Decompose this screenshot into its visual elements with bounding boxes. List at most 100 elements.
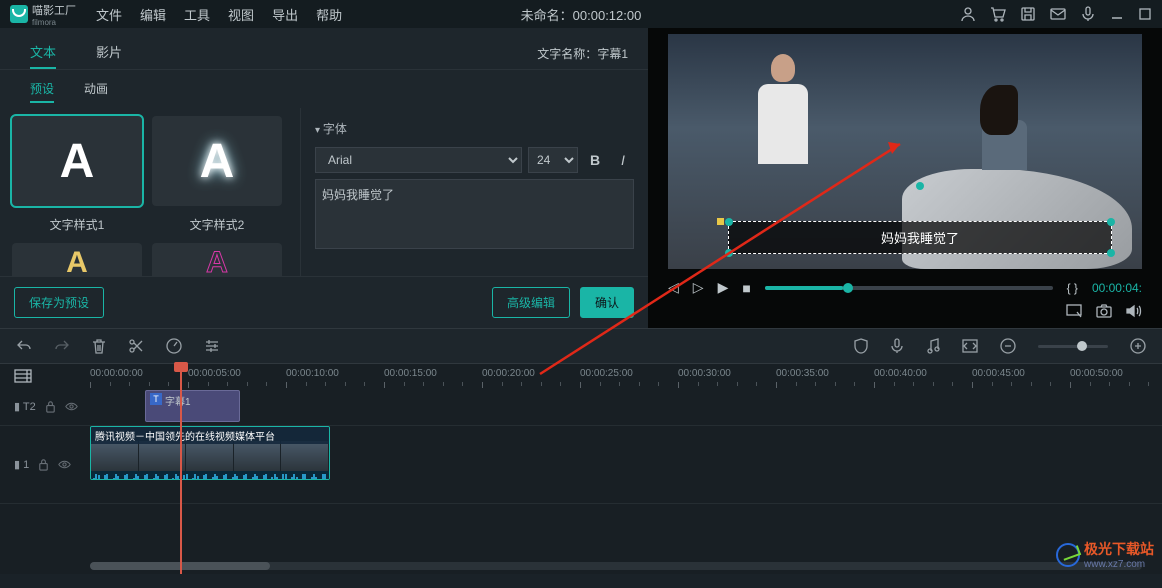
text-style-grid: A A 文字样式1 文字样式2 A A (0, 108, 300, 276)
playhead[interactable] (180, 364, 182, 574)
tab-text[interactable]: 文本 (30, 36, 56, 69)
mic-icon[interactable] (1080, 6, 1096, 22)
menu-file[interactable]: 文件 (96, 5, 122, 24)
track-label-title: ▮ T2 (14, 400, 36, 413)
rotate-handle[interactable] (717, 218, 724, 225)
stop-icon[interactable]: ■ (742, 280, 750, 296)
play-icon[interactable]: ▶ (718, 279, 729, 296)
cart-icon[interactable] (990, 6, 1006, 22)
advanced-edit-button[interactable]: 高级编辑 (492, 287, 570, 318)
style-preview-yellow: A (66, 246, 88, 276)
font-family-select[interactable]: Arial (315, 147, 522, 173)
audio-waveform (91, 471, 329, 480)
resize-handle-bl[interactable] (725, 249, 733, 257)
text-style-4[interactable]: A (152, 243, 282, 276)
next-frame-icon[interactable]: ▷ (693, 279, 704, 296)
menu-edit[interactable]: 编辑 (140, 5, 166, 24)
video-track: ▮ 1 腾讯视频－中国领先的在线视频媒体平台 (0, 426, 1162, 504)
shield-icon[interactable] (854, 338, 868, 354)
timeline-scrollbar[interactable] (90, 562, 1142, 570)
prev-frame-icon[interactable]: ◁ (668, 279, 679, 296)
tab-preset[interactable]: 预设 (30, 76, 54, 103)
text-style-3[interactable]: A (12, 243, 142, 276)
text-style-1[interactable]: A (12, 116, 142, 206)
style-preview-pink: A (206, 246, 228, 276)
font-section-label[interactable]: 字体 (315, 116, 634, 141)
lock-icon[interactable] (37, 458, 50, 471)
delete-icon[interactable] (92, 338, 106, 354)
resize-handle-tr[interactable] (1107, 218, 1115, 226)
speed-icon[interactable] (166, 338, 182, 354)
menu-export[interactable]: 导出 (272, 5, 298, 24)
italic-button[interactable]: I (612, 149, 634, 171)
settings-icon[interactable] (204, 338, 220, 354)
subtitle-overlay[interactable]: 妈妈我睡觉了 (728, 221, 1112, 254)
confirm-button[interactable]: 确认 (580, 287, 634, 318)
text-name-label: 文字名称： (537, 47, 597, 61)
lock-icon[interactable] (44, 400, 57, 413)
save-preset-button[interactable]: 保存为预设 (14, 287, 104, 318)
style-preview-a-glow: A (200, 134, 235, 189)
track-manager-icon[interactable] (14, 369, 32, 383)
video-clip[interactable]: 腾讯视频－中国领先的在线视频媒体平台 (90, 426, 330, 480)
zoom-out-icon[interactable] (1000, 338, 1016, 354)
text-properties: 字体 Arial 24 B I (300, 108, 648, 276)
maximize-icon[interactable] (1138, 7, 1152, 21)
title-bar: 喵影工厂 filmora 文件 编辑 工具 视图 导出 帮助 未命名：00:00… (0, 0, 1162, 28)
style-preview-a: A (60, 134, 95, 189)
preview-viewport[interactable]: 妈妈我睡觉了 (668, 34, 1142, 269)
menu-tool[interactable]: 工具 (184, 5, 210, 24)
app-logo: 喵影工厂 filmora (10, 2, 76, 27)
tab-clip[interactable]: 影片 (96, 36, 122, 69)
user-icon[interactable] (960, 6, 976, 22)
zoom-in-icon[interactable] (1130, 338, 1146, 354)
fit-icon[interactable] (962, 339, 978, 353)
watermark-icon (1056, 543, 1080, 567)
resize-handle-tl[interactable] (725, 218, 733, 226)
watermark: 极光下载站 www.xz7.com (1056, 539, 1154, 570)
subtitle-text: 妈妈我睡觉了 (881, 231, 959, 246)
undo-icon[interactable] (16, 338, 32, 354)
eye-icon[interactable] (58, 458, 71, 471)
tab-animation[interactable]: 动画 (84, 76, 108, 103)
eye-icon[interactable] (65, 400, 78, 413)
timeline-ruler[interactable]: 00:00:00:0000:00:05:0000:00:10:0000:00:1… (90, 364, 1162, 388)
project-title-time: 未命名：00:00:12:00 (521, 5, 642, 24)
preview-progress[interactable] (765, 286, 1053, 290)
bold-button[interactable]: B (584, 149, 606, 171)
title-clip[interactable]: T 字幕1 (145, 390, 240, 422)
mail-icon[interactable] (1050, 6, 1066, 22)
minimize-icon[interactable] (1110, 7, 1124, 21)
marker-brackets[interactable]: { } (1067, 281, 1078, 295)
menu-view[interactable]: 视图 (228, 5, 254, 24)
resize-handle-br[interactable] (1107, 249, 1115, 257)
track-label-video: ▮ 1 (14, 458, 29, 471)
font-size-select[interactable]: 24 (528, 147, 578, 173)
timeline: 00:00:00:0000:00:05:0000:00:10:0000:00:1… (0, 364, 1162, 574)
zoom-slider[interactable] (1038, 345, 1108, 348)
style-label-1: 文字样式1 (12, 216, 142, 233)
text-content-input[interactable] (315, 179, 634, 249)
timeline-toolbar (0, 328, 1162, 364)
split-icon[interactable] (128, 338, 144, 354)
text-style-2[interactable]: A (152, 116, 282, 206)
save-icon[interactable] (1020, 6, 1036, 22)
style-label-2: 文字样式2 (152, 216, 282, 233)
text-name-row: 文字名称：字幕1 (537, 45, 628, 62)
watermark-title: 极光下载站 (1084, 539, 1154, 559)
preview-panel: 妈妈我睡觉了 ◁ ▷ ▶ ■ { } 00:00:04: (648, 28, 1162, 328)
music-icon[interactable] (926, 338, 940, 354)
menu-help[interactable]: 帮助 (316, 5, 342, 24)
redo-icon[interactable] (54, 338, 70, 354)
resize-handle-tc[interactable] (916, 182, 924, 190)
volume-icon[interactable] (1126, 304, 1142, 318)
title-track: ▮ T2 T 字幕1 (0, 388, 1162, 426)
snapshot-icon[interactable] (1096, 304, 1112, 318)
watermark-url: www.xz7.com (1084, 559, 1154, 570)
title-clip-icon: T (150, 393, 162, 405)
text-editor-panel: 文本 影片 预设 动画 文字名称：字幕1 A A 文字样式1 文字样式2 (0, 28, 648, 328)
screen-icon[interactable] (1066, 304, 1082, 318)
logo-icon (10, 5, 28, 23)
record-mic-icon[interactable] (890, 338, 904, 354)
video-clip-label: 腾讯视频－中国领先的在线视频媒体平台 (91, 427, 329, 444)
